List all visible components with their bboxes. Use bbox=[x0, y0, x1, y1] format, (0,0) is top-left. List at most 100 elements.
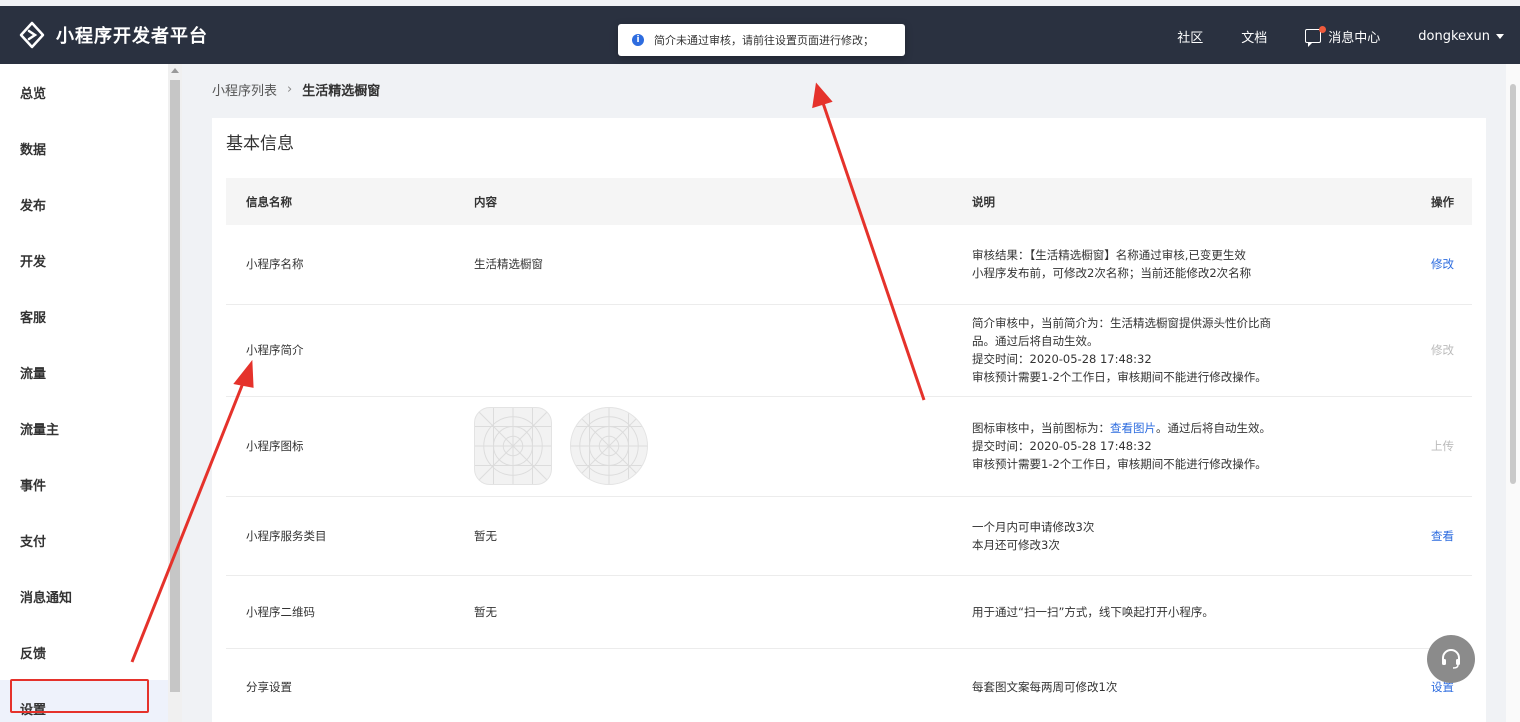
page-scrollbar[interactable] bbox=[1506, 64, 1520, 722]
round-icon-placeholder bbox=[570, 407, 648, 485]
table-header: 信息名称 内容 说明 操作 bbox=[226, 178, 1472, 225]
miniprogram-logo-icon bbox=[19, 21, 45, 49]
desc-line: 简介审核中，当前简介为：生活精选橱窗提供源头性价比商 bbox=[972, 316, 1271, 330]
row-name: 小程序图标 bbox=[246, 439, 304, 453]
desc-line: 本月还可修改3次 bbox=[972, 537, 1060, 552]
table-row: 小程序简介 简介审核中，当前简介为：生活精选橱窗提供源头性价比商 品。通过后将自… bbox=[226, 304, 1472, 396]
sidebar-item-feedback[interactable]: 反馈 bbox=[0, 624, 168, 680]
desc-line: 品。通过后将自动生效。 bbox=[972, 334, 1099, 348]
sidebar-item-notifications[interactable]: 消息通知 bbox=[0, 568, 168, 624]
row-content bbox=[474, 396, 972, 496]
table-row: 小程序名称 生活精选橱窗 审核结果：【生活精选橱窗】名称通过审核,已变更生效 小… bbox=[226, 225, 1472, 304]
row-action: 上传 bbox=[1372, 396, 1472, 496]
top-nav: 社区 文档 消息中心 dongkexun bbox=[1139, 22, 1504, 50]
notification-toast: i 简介未通过审核，请前往设置页面进行修改； bbox=[618, 24, 905, 56]
sidebar-item-develop[interactable]: 开发 bbox=[0, 232, 168, 288]
row-action: 修改 bbox=[1372, 304, 1472, 396]
table-row: 小程序二维码 暂无 用于通过“扫一扫”方式，线下唤起打开小程序。 bbox=[226, 575, 1472, 648]
chevron-right-icon: › bbox=[287, 82, 293, 97]
sidebar-item-payment[interactable]: 支付 bbox=[0, 512, 168, 568]
page-scroll-thumb[interactable] bbox=[1510, 84, 1516, 484]
user-menu[interactable]: dongkexun bbox=[1418, 29, 1504, 44]
row-desc: 审核结果：【生活精选橱窗】名称通过审核,已变更生效 小程序发布前，可修改2次名称… bbox=[972, 225, 1372, 304]
breadcrumb-parent[interactable]: 小程序列表 bbox=[212, 80, 277, 99]
sidebar-item-data[interactable]: 数据 bbox=[0, 120, 168, 176]
row-content: 生活精选橱窗 bbox=[474, 257, 543, 272]
row-name: 小程序简介 bbox=[246, 343, 304, 357]
scroll-up-arrow-icon[interactable] bbox=[171, 68, 179, 73]
square-icon-placeholder bbox=[474, 407, 552, 485]
edit-name-button[interactable]: 修改 bbox=[1431, 257, 1454, 271]
desc-line: 审核结果：【生活精选橱窗】名称通过审核,已变更生效 bbox=[972, 248, 1246, 263]
sidebar-item-traffic-owner[interactable]: 流量主 bbox=[0, 400, 168, 456]
row-name: 小程序名称 bbox=[246, 257, 304, 272]
breadcrumb-current: 生活精选橱窗 bbox=[302, 84, 381, 99]
desc-line: 用于通过“扫一扫”方式，线下唤起打开小程序。 bbox=[972, 604, 1214, 619]
brand[interactable]: 小程序开发者平台 bbox=[18, 21, 208, 49]
breadcrumb: 小程序列表 › 生活精选橱窗 bbox=[212, 80, 380, 99]
sidebar-item-overview[interactable]: 总览 bbox=[0, 64, 168, 120]
row-content bbox=[474, 304, 972, 396]
row-desc: 用于通过“扫一扫”方式，线下唤起打开小程序。 bbox=[972, 575, 1372, 648]
message-icon bbox=[1305, 26, 1327, 47]
customer-service-button[interactable] bbox=[1427, 635, 1475, 683]
header-content: 内容 bbox=[474, 194, 497, 209]
desc-suffix: 。通过后将自动生效。 bbox=[1156, 421, 1271, 435]
desc-line: 每套图文案每两周可修改1次 bbox=[972, 680, 1118, 694]
row-desc: 简介审核中，当前简介为：生活精选橱窗提供源头性价比商 品。通过后将自动生效。 提… bbox=[972, 304, 1372, 396]
desc-line: 审核预计需要1-2个工作日，审核期间不能进行修改操作。 bbox=[972, 370, 1267, 384]
view-image-link[interactable]: 查看图片 bbox=[1110, 421, 1156, 435]
unread-dot bbox=[1319, 26, 1327, 33]
annotation-arrowhead bbox=[812, 82, 833, 109]
header-action: 操作 bbox=[1431, 194, 1454, 209]
row-desc: 一个月内可申请修改3次 本月还可修改3次 bbox=[972, 496, 1372, 575]
nav-community[interactable]: 社区 bbox=[1177, 27, 1203, 46]
toast-text: 简介未通过审核，请前往设置页面进行修改； bbox=[654, 34, 874, 47]
desc-line: 审核预计需要1-2个工作日，审核期间不能进行修改操作。 bbox=[972, 457, 1267, 471]
desc-line: 提交时间：2020-05-28 17:48:32 bbox=[972, 352, 1152, 366]
sidebar: 总览 数据 发布 开发 客服 流量 流量主 事件 支付 消息通知 反馈 设置 bbox=[0, 64, 168, 722]
icon-previews bbox=[474, 407, 972, 485]
table-row: 小程序服务类目 暂无 一个月内可申请修改3次 本月还可修改3次 查看 bbox=[226, 496, 1472, 575]
sidebar-scroll-thumb[interactable] bbox=[170, 80, 180, 692]
row-name: 小程序二维码 bbox=[246, 604, 315, 619]
caret-down-icon bbox=[1496, 33, 1504, 39]
row-action: 修改 bbox=[1372, 225, 1472, 304]
table-row: 小程序图标 图标审核中，当前图标为：查看图片。通过后将自动生效。 提交时间：20… bbox=[226, 396, 1472, 496]
desc-line: 提交时间：2020-05-28 17:48:32 bbox=[972, 439, 1152, 453]
customer-service-icon bbox=[1442, 649, 1460, 669]
sidebar-item-customer-service[interactable]: 客服 bbox=[0, 288, 168, 344]
desc-prefix: 图标审核中，当前图标为： bbox=[972, 421, 1110, 435]
sidebar-scrollbar[interactable] bbox=[168, 64, 182, 722]
sidebar-item-traffic[interactable]: 流量 bbox=[0, 344, 168, 400]
row-name: 小程序服务类目 bbox=[246, 528, 327, 543]
desc-line: 小程序发布前，可修改2次名称；当前还能修改2次名称 bbox=[972, 266, 1252, 281]
card-title: 基本信息 bbox=[226, 134, 294, 154]
username: dongkexun bbox=[1418, 28, 1490, 44]
row-name: 分享设置 bbox=[246, 680, 292, 694]
table-row: 分享设置 每套图文案每两周可修改1次 设置 bbox=[226, 648, 1472, 722]
basic-info-card: 基本信息 信息名称 内容 说明 操作 小程序名称 生活精选橱窗 审核结果：【生活… bbox=[212, 118, 1486, 722]
edit-intro-button[interactable]: 修改 bbox=[1431, 343, 1454, 357]
nav-messages[interactable]: 消息中心 bbox=[1305, 26, 1381, 47]
nav-docs[interactable]: 文档 bbox=[1241, 27, 1267, 46]
header-desc: 说明 bbox=[972, 194, 995, 209]
row-action: 查看 bbox=[1372, 496, 1472, 575]
row-desc: 每套图文案每两周可修改1次 bbox=[972, 648, 1372, 722]
annotation-highlight-box bbox=[10, 679, 149, 713]
desc-line: 一个月内可申请修改3次 bbox=[972, 519, 1095, 534]
nav-messages-label: 消息中心 bbox=[1328, 30, 1381, 46]
row-content: 暂无 bbox=[474, 528, 497, 543]
brand-title: 小程序开发者平台 bbox=[56, 26, 208, 47]
row-content: 暂无 bbox=[474, 604, 497, 619]
desc-line: 图标审核中，当前图标为：查看图片。通过后将自动生效。 bbox=[972, 419, 1372, 437]
row-content bbox=[474, 648, 972, 722]
view-category-button[interactable]: 查看 bbox=[1431, 529, 1454, 543]
header-name: 信息名称 bbox=[246, 194, 292, 209]
info-icon: i bbox=[632, 34, 644, 46]
sidebar-item-events[interactable]: 事件 bbox=[0, 456, 168, 512]
upload-icon-button[interactable]: 上传 bbox=[1431, 439, 1454, 453]
row-desc: 图标审核中，当前图标为：查看图片。通过后将自动生效。 提交时间：2020-05-… bbox=[972, 396, 1372, 496]
info-table: 信息名称 内容 说明 操作 小程序名称 生活精选橱窗 审核结果：【生活精选橱窗】… bbox=[226, 178, 1472, 722]
sidebar-item-publish[interactable]: 发布 bbox=[0, 176, 168, 232]
